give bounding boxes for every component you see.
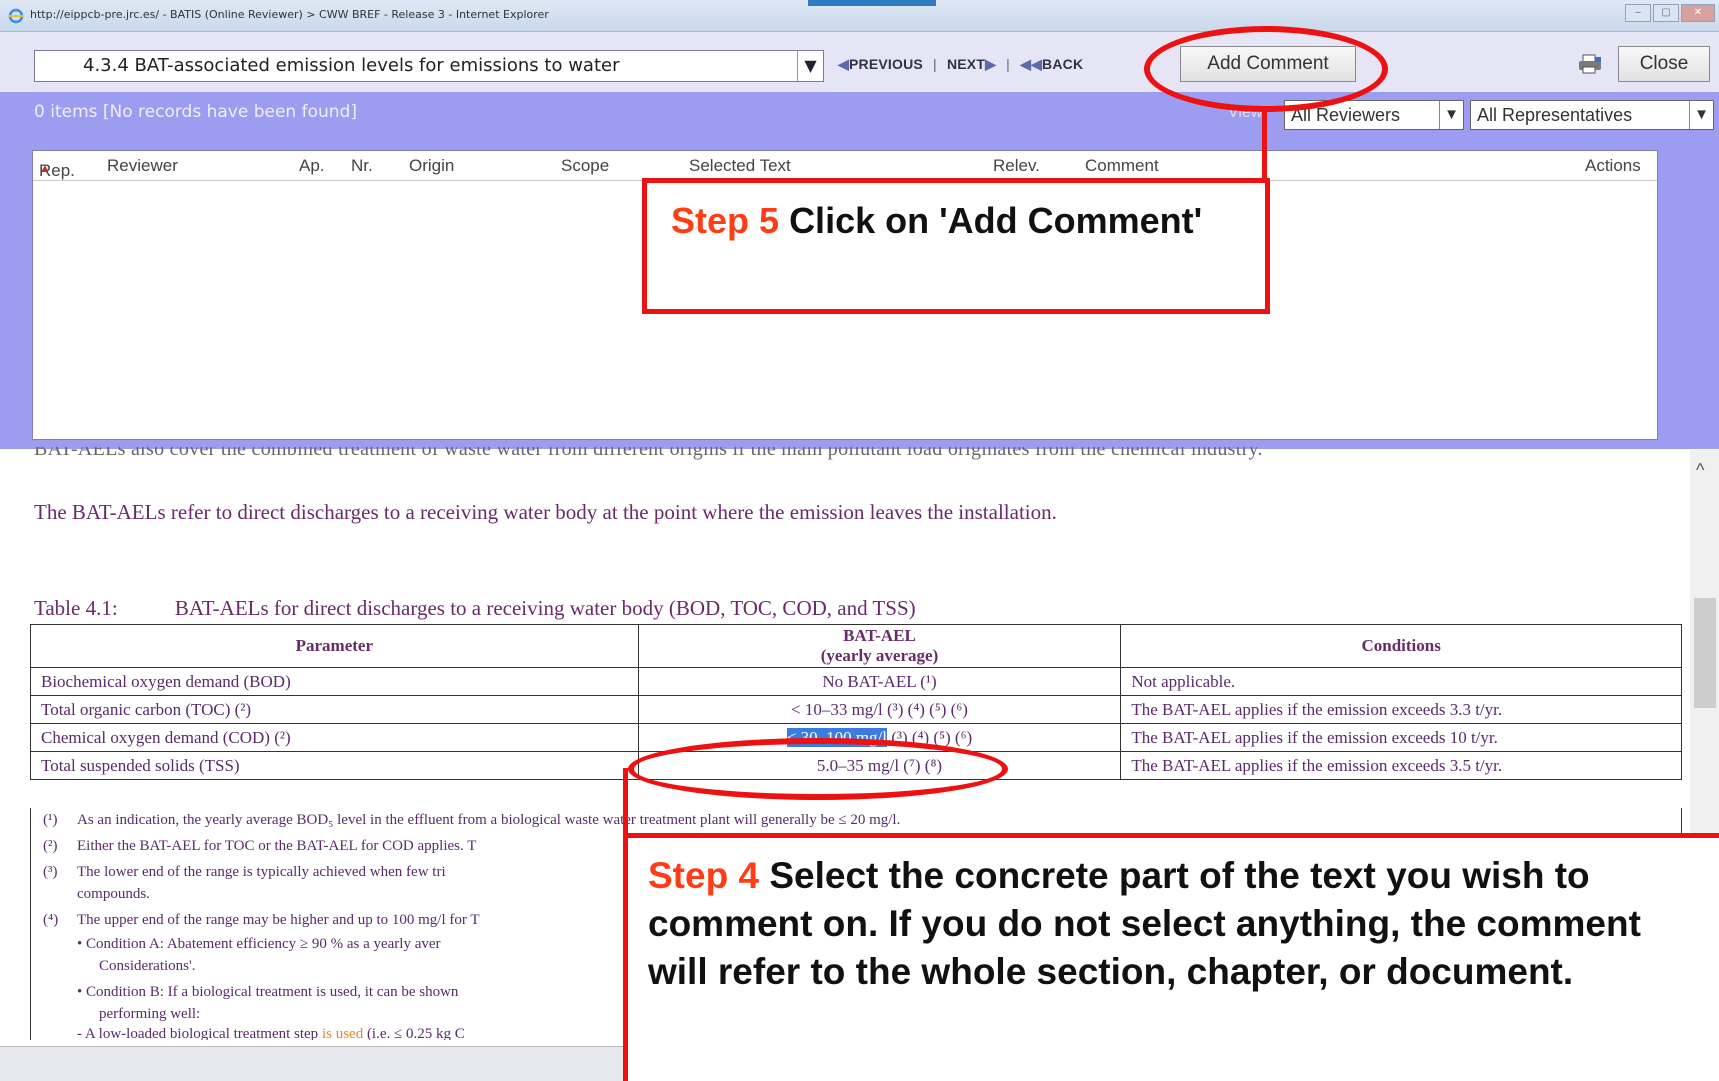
- document-paragraph: The BAT-AELs refer to direct discharges …: [34, 500, 1057, 524]
- column-relevance[interactable]: Relev.: [993, 156, 1040, 176]
- column-ap[interactable]: Ap.: [299, 156, 325, 176]
- callout-leader-line: [1262, 110, 1267, 182]
- table-label: Table 4.1:: [34, 596, 118, 620]
- nav-separator: |: [1006, 56, 1010, 72]
- scroll-up-icon[interactable]: ^: [1696, 460, 1704, 481]
- section-select-value: 4.3.4 BAT-associated emission levels for…: [83, 55, 620, 76]
- close-button[interactable]: Close: [1618, 46, 1710, 82]
- table-title: BAT-AELs for direct discharges to a rece…: [174, 596, 916, 620]
- back-link[interactable]: BACK: [1042, 56, 1083, 72]
- cell-bat-ael[interactable]: No BAT-AEL (¹): [637, 667, 1122, 696]
- column-scope[interactable]: Scope: [561, 156, 609, 176]
- chevron-down-icon[interactable]: ▼: [797, 51, 823, 81]
- cell-condition[interactable]: Not applicable.: [1120, 667, 1682, 696]
- section-select[interactable]: 4.3.4 BAT-associated emission levels for…: [34, 50, 824, 82]
- next-link[interactable]: NEXT: [947, 56, 985, 72]
- footnote: • Condition B: If a biological treatment…: [77, 984, 459, 1000]
- chevron-down-icon[interactable]: ▼: [1439, 101, 1463, 129]
- table-header-row: Parameter BAT-AEL (yearly average) Condit…: [30, 624, 1682, 668]
- footnote: Considerations'.: [99, 958, 196, 974]
- step4-label: Step 4: [648, 855, 760, 896]
- maximize-button[interactable]: ▢: [1653, 4, 1679, 22]
- navigation-links: ◀PREVIOUS | NEXT▶ | ◀◀BACK: [838, 56, 1083, 73]
- table-row: Biochemical oxygen demand (BOD) No BAT-A…: [30, 667, 1682, 696]
- cell-bat-ael[interactable]: < 10–33 mg/l (³) (⁴) (⁵) (⁶): [637, 695, 1122, 724]
- header-parameter: Parameter: [30, 624, 639, 668]
- nav-separator: |: [933, 56, 937, 72]
- column-origin[interactable]: Origin: [409, 156, 454, 176]
- cell-condition[interactable]: The BAT-AEL applies if the emission exce…: [1120, 723, 1682, 752]
- cell-condition[interactable]: The BAT-AEL applies if the emission exce…: [1120, 751, 1682, 780]
- back-arrow-icon: ◀◀: [1020, 56, 1043, 72]
- next-arrow-icon: ▶: [985, 56, 997, 72]
- sort-ascending-icon: ▲: [39, 161, 51, 175]
- header-conditions: Conditions: [1120, 624, 1682, 668]
- step4-text: Select the concrete part of the text you…: [648, 855, 1641, 992]
- column-comment[interactable]: Comment: [1085, 156, 1159, 176]
- window-title: http://eippcb-pre.jrc.es/ - BATIS (Onlin…: [30, 8, 549, 21]
- footnote: (¹) As an indication, the yearly average …: [43, 812, 901, 828]
- footnote: • Condition A: Abatement efficiency ≥ 90…: [77, 936, 441, 952]
- previous-link[interactable]: PREVIOUS: [849, 56, 923, 72]
- minimize-button[interactable]: –: [1625, 4, 1651, 22]
- column-selected-text[interactable]: Selected Text: [689, 156, 791, 176]
- cell-parameter[interactable]: Chemical oxygen demand (COD) (²): [30, 723, 639, 752]
- cell-parameter[interactable]: Total suspended solids (TSS): [30, 751, 639, 780]
- footnote: (⁴) The upper end of the range may be hig…: [43, 912, 480, 928]
- footnote: performing well:: [99, 1006, 201, 1022]
- header-bat-ael: BAT-AEL (yearly average): [637, 624, 1122, 668]
- highlight-ellipse: [1144, 26, 1388, 112]
- column-nr[interactable]: Nr.: [351, 156, 373, 176]
- footnote: (³) The lower end of the range is typical…: [43, 864, 446, 880]
- items-count: 0 items [No records have been found]: [34, 102, 357, 122]
- cell-parameter[interactable]: Biochemical oxygen demand (BOD): [30, 667, 639, 696]
- window-close-button[interactable]: ✕: [1681, 4, 1715, 22]
- step5-callout: Step 5 Click on 'Add Comment': [642, 178, 1270, 314]
- footnote: - A low-loaded biological treatment step…: [77, 1026, 465, 1040]
- grid-header: Rep. ▲ Reviewer Ap. Nr. Origin Scope Sel…: [33, 151, 1657, 181]
- scrollbar-thumb[interactable]: [1694, 598, 1716, 708]
- step5-text: Click on 'Add Comment': [789, 200, 1203, 241]
- previous-arrow-icon: ◀: [838, 56, 849, 72]
- footnote: compounds.: [77, 886, 150, 902]
- representatives-filter[interactable]: All Representatives ▼: [1470, 100, 1714, 130]
- footnote: (²) Either the BAT-AEL for TOC or the BAT…: [43, 838, 477, 854]
- cell-parameter[interactable]: Total organic carbon (TOC) (²): [30, 695, 639, 724]
- step4-callout: Step 4 Select the concrete part of the t…: [623, 833, 1719, 1081]
- table-caption: Table 4.1: BAT-AELs for direct discharge…: [34, 596, 916, 621]
- active-tab-indicator: [808, 0, 936, 6]
- internet-explorer-icon: [8, 8, 24, 24]
- table-row: Total organic carbon (TOC) (²) < 10–33 m…: [30, 695, 1682, 724]
- column-actions[interactable]: Actions: [1585, 156, 1641, 176]
- chevron-down-icon[interactable]: ▼: [1689, 101, 1713, 129]
- partially-hidden-text: BAT-AELs also cover the combined treatme…: [34, 447, 1263, 460]
- callout-leader-line: [623, 768, 628, 838]
- representatives-filter-value: All Representatives: [1477, 105, 1633, 125]
- column-reviewer[interactable]: Reviewer: [107, 156, 178, 176]
- step5-label: Step 5: [671, 200, 780, 241]
- cell-condition[interactable]: The BAT-AEL applies if the emission exce…: [1120, 695, 1682, 724]
- highlight-ellipse: [628, 738, 1008, 800]
- print-icon[interactable]: [1578, 54, 1602, 74]
